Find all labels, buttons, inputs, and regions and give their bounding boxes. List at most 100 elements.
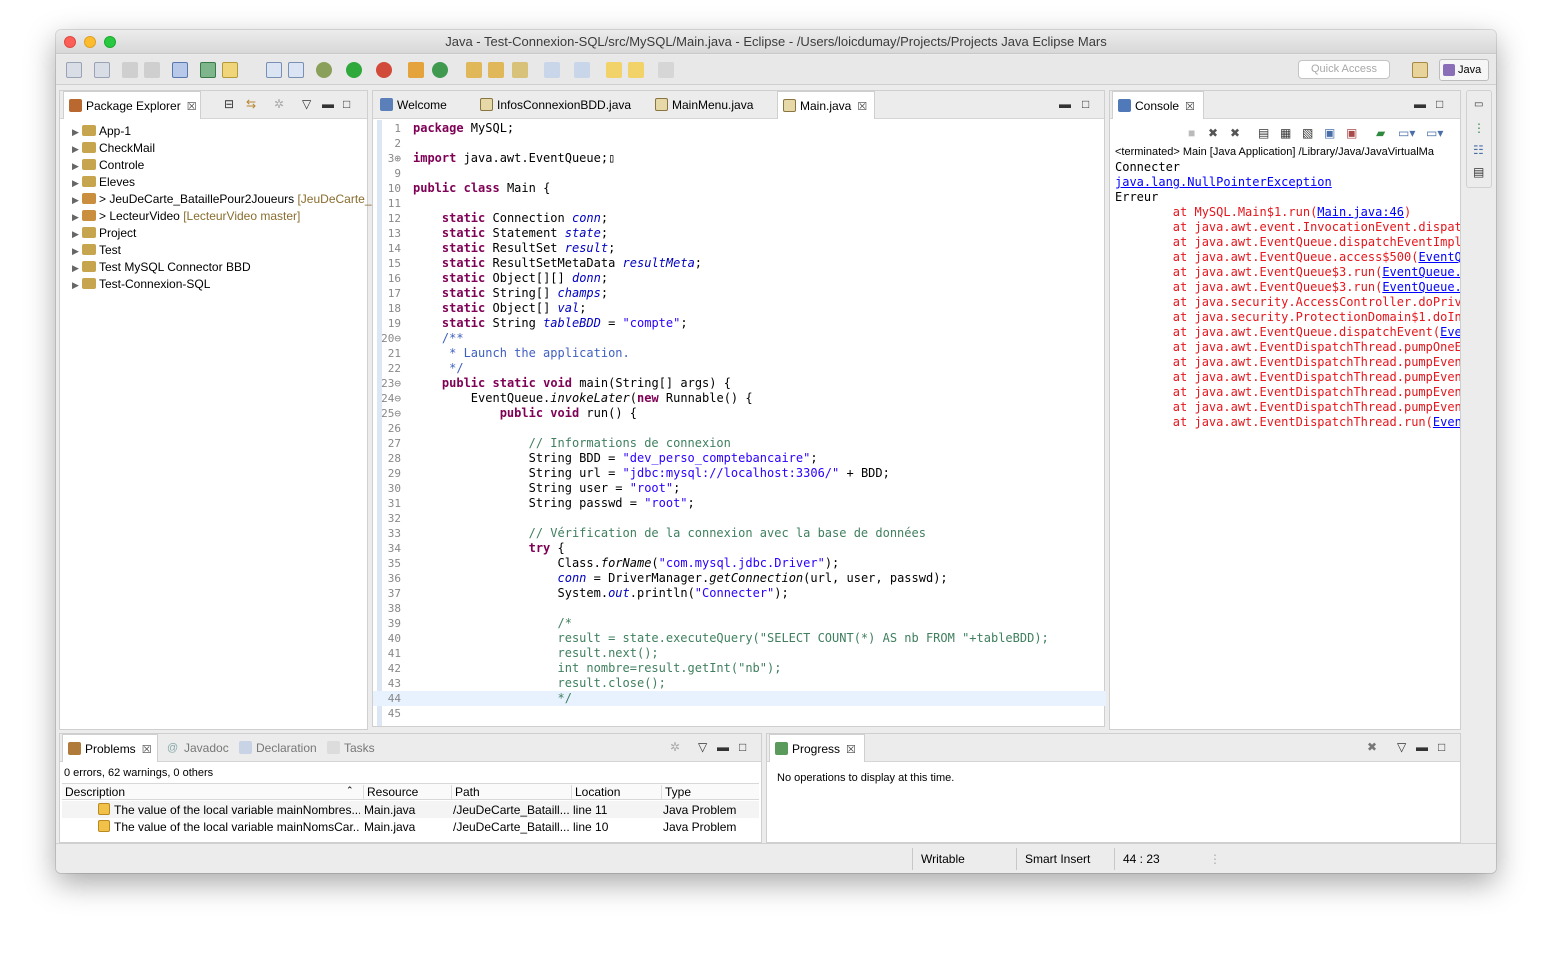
- display-console-icon[interactable]: ▭▾: [1398, 126, 1415, 140]
- outline-icon[interactable]: ⋮: [1473, 121, 1485, 135]
- code-line[interactable]: 16 static Object[][] donn;: [373, 271, 1106, 286]
- console-line[interactable]: at java.awt.EventQueue$3.run(EventQueue.…: [1115, 280, 1460, 295]
- remove-all-finished-icon[interactable]: ✖: [1367, 740, 1377, 754]
- code-line[interactable]: 38: [373, 601, 1106, 616]
- toggle-block-icon[interactable]: [266, 62, 282, 78]
- console-line[interactable]: at java.awt.EventQueue.dispatchEventImpl…: [1115, 235, 1460, 250]
- code-line[interactable]: 21 * Launch the application.: [373, 346, 1106, 361]
- restore-icon[interactable]: ▭: [1474, 99, 1483, 110]
- code-line[interactable]: 41 result.next();: [373, 646, 1106, 661]
- code-line[interactable]: 9: [373, 166, 1106, 181]
- console-line[interactable]: Erreur: [1115, 190, 1460, 205]
- show-whitespace-icon[interactable]: [288, 62, 304, 78]
- filter-icon[interactable]: ✲: [670, 740, 680, 754]
- remove-launch-icon[interactable]: ✖: [1208, 126, 1218, 140]
- new-icon[interactable]: [66, 62, 82, 78]
- code-line[interactable]: 14 static ResultSet result;: [373, 241, 1106, 256]
- column-header-resource[interactable]: Resource: [363, 785, 449, 799]
- maximize-icon[interactable]: □: [343, 97, 350, 111]
- quick-access-field[interactable]: Quick Access: [1298, 60, 1390, 79]
- run-icon[interactable]: [346, 62, 362, 78]
- maximize-icon[interactable]: □: [1438, 740, 1445, 754]
- code-line[interactable]: 29 String url = "jdbc:mysql://localhost:…: [373, 466, 1106, 481]
- console-line[interactable]: at java.awt.EventDispatchThread.pumpEven…: [1115, 355, 1460, 370]
- code-line[interactable]: 34 try {: [373, 541, 1106, 556]
- code-line[interactable]: 33 // Vérification de la connexion avec …: [373, 526, 1106, 541]
- console-line[interactable]: at java.awt.event.InvocationEvent.dispat…: [1115, 220, 1460, 235]
- show-on-stdout-icon[interactable]: ▣: [1324, 126, 1335, 140]
- terminate-icon[interactable]: ■: [1188, 126, 1195, 140]
- minimize-icon[interactable]: ▬: [1414, 97, 1426, 111]
- code-line[interactable]: 2: [373, 136, 1106, 151]
- code-line[interactable]: 30 String user = "root";: [373, 481, 1106, 496]
- forward-icon[interactable]: [658, 62, 674, 78]
- code-line[interactable]: 20⊖ /**: [373, 331, 1106, 346]
- tab-package-explorer[interactable]: Package Explorer ☒: [63, 91, 201, 119]
- code-line[interactable]: 10 public class Main {: [373, 181, 1106, 196]
- tree-item[interactable]: ▶ CheckMail: [72, 140, 155, 157]
- console-line[interactable]: at java.awt.EventDispatchThread.run(Even…: [1115, 415, 1460, 430]
- tab-main[interactable]: Main.java ☒: [777, 91, 875, 119]
- code-line[interactable]: 18 static Object[] val;: [373, 301, 1106, 316]
- expand-arrow-icon[interactable]: ▶: [72, 124, 82, 141]
- scroll-lock-icon[interactable]: ▦: [1280, 126, 1291, 140]
- code-line[interactable]: 31 String passwd = "root";: [373, 496, 1106, 511]
- external-tools-icon[interactable]: [376, 62, 392, 78]
- code-line[interactable]: 19 static String tableBDD = "compte";: [373, 316, 1106, 331]
- console-line[interactable]: java.lang.NullPointerException: [1115, 175, 1460, 190]
- code-line[interactable]: 37 System.out.println("Connecter");: [373, 586, 1106, 601]
- next-annotation-icon[interactable]: [544, 62, 560, 78]
- code-line[interactable]: 15 static ResultSetMetaData resultMeta;: [373, 256, 1106, 271]
- console-line[interactable]: at java.security.ProtectionDomain$1.doIn…: [1115, 310, 1460, 325]
- tab-mainmenu[interactable]: MainMenu.java: [650, 91, 774, 119]
- tab-progress[interactable]: Progress ☒: [769, 734, 865, 762]
- back-icon[interactable]: [628, 62, 644, 78]
- open-task-icon[interactable]: [488, 62, 504, 78]
- code-line[interactable]: 39 /*: [373, 616, 1106, 631]
- tree-item[interactable]: ▶ Eleves: [72, 174, 135, 191]
- show-on-stderr-icon[interactable]: ▣: [1346, 126, 1357, 140]
- tree-item[interactable]: ▶ Test-Connexion-SQL: [72, 276, 210, 293]
- debug-run-icon[interactable]: [200, 62, 216, 78]
- maximize-icon[interactable]: □: [1436, 97, 1443, 111]
- new-dropdown-icon[interactable]: [94, 62, 110, 78]
- code-line[interactable]: 27 // Informations de connexion: [373, 436, 1106, 451]
- code-line[interactable]: 32: [373, 511, 1106, 526]
- code-line[interactable]: 1 package MySQL;: [373, 121, 1106, 136]
- maximize-icon[interactable]: □: [1082, 97, 1089, 111]
- expand-arrow-icon[interactable]: ▶: [72, 141, 82, 158]
- previous-annotation-icon[interactable]: [574, 62, 590, 78]
- console-line[interactable]: at java.awt.EventDispatchThread.pumpEven…: [1115, 385, 1460, 400]
- tab-declaration[interactable]: Declaration: [234, 734, 326, 762]
- code-line[interactable]: 26: [373, 421, 1106, 436]
- expand-arrow-icon[interactable]: ▶: [72, 226, 82, 243]
- code-line[interactable]: 12 static Connection conn;: [373, 211, 1106, 226]
- view-menu-chevron-down-icon[interactable]: ▽: [698, 740, 707, 754]
- tab-javadoc[interactable]: @ Javadoc: [162, 734, 240, 762]
- skip-breakpoints-icon[interactable]: [172, 62, 188, 78]
- console-line[interactable]: at java.security.AccessController.doPriv…: [1115, 295, 1460, 310]
- hierarchy-icon[interactable]: ☷: [1473, 143, 1484, 157]
- console-line[interactable]: at java.awt.EventQueue$3.run(EventQueue.…: [1115, 265, 1460, 280]
- clear-console-icon[interactable]: ▤: [1258, 126, 1269, 140]
- console-line[interactable]: at java.awt.EventDispatchThread.pumpOneE…: [1115, 340, 1460, 355]
- debug-icon[interactable]: [316, 62, 332, 78]
- code-line[interactable]: 36 conn = DriverManager.getConnection(ur…: [373, 571, 1106, 586]
- console-line[interactable]: Connecter: [1115, 160, 1460, 175]
- code-line[interactable]: 42 int nombre=result.getInt("nb");: [373, 661, 1106, 676]
- tree-item[interactable]: ▶ > JeuDeCarte_BataillePour2Joueurs [JeuD…: [72, 191, 372, 208]
- tab-tasks[interactable]: Tasks: [322, 734, 392, 762]
- close-icon[interactable]: ☒: [142, 744, 152, 756]
- code-line[interactable]: 28 String BDD = "dev_perso_comptebancair…: [373, 451, 1106, 466]
- new-java-package-icon[interactable]: [408, 62, 424, 78]
- link-editor-icon[interactable]: ⇆: [246, 97, 256, 111]
- save-all-icon[interactable]: [144, 62, 160, 78]
- expand-arrow-icon[interactable]: ▶: [72, 192, 82, 209]
- tab-problems[interactable]: Problems ☒: [62, 734, 158, 762]
- word-wrap-icon[interactable]: ▧: [1302, 126, 1313, 140]
- code-line[interactable]: 23⊖ public static void main(String[] arg…: [373, 376, 1106, 391]
- column-header-description[interactable]: Description: [65, 785, 355, 799]
- code-line[interactable]: 3⊕ import java.awt.EventQueue;▯: [373, 151, 1106, 166]
- close-icon[interactable]: ☒: [857, 101, 867, 113]
- collapse-all-icon[interactable]: ⊟: [224, 97, 234, 111]
